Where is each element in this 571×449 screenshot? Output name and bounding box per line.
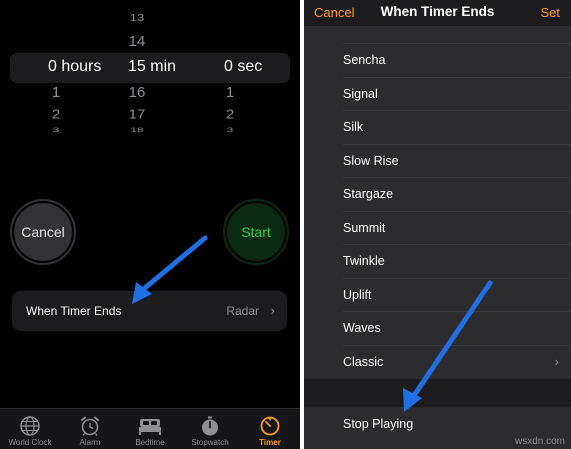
navigation-bar: Cancel When Timer Ends Set — [304, 0, 571, 26]
tab-alarm[interactable]: Alarm — [60, 409, 120, 449]
tone-label: Stargaze — [343, 187, 394, 201]
minutes-wheel-value[interactable]: 18 — [117, 126, 157, 134]
list-item-partial[interactable] — [304, 26, 571, 44]
tab-bedtime[interactable]: Bedtime — [120, 409, 180, 449]
tone-label: Signal — [343, 86, 378, 101]
seconds-wheel-value[interactable]: 1 — [210, 84, 250, 101]
bed-icon — [139, 419, 161, 435]
hours-wheel-value[interactable]: 1 — [36, 84, 76, 101]
minutes-wheel-value[interactable]: 13 — [117, 12, 157, 24]
tab-label: Bedtime — [135, 438, 165, 447]
tone-item[interactable]: Sencha — [304, 44, 571, 78]
cancel-button-label: Cancel — [21, 224, 65, 240]
alarm-clock-icon — [81, 416, 99, 436]
tone-item[interactable]: Signal — [304, 78, 571, 111]
hours-selected[interactable]: 0 hours — [48, 58, 101, 76]
tab-stopwatch[interactable]: Stopwatch — [180, 409, 240, 449]
nav-title: When Timer Ends — [380, 4, 495, 19]
minutes-wheel-value[interactable]: 17 — [117, 107, 157, 121]
tone-label: Waves — [343, 321, 381, 335]
minutes-wheel-value[interactable]: 14 — [117, 33, 157, 50]
classic-label: Classic — [343, 354, 384, 369]
tab-label: Stopwatch — [191, 438, 229, 447]
classic-tones-item[interactable]: Classic › — [304, 346, 571, 380]
tone-label: Slow Rise — [343, 153, 399, 168]
nav-set-button[interactable]: Set — [540, 5, 560, 20]
tone-label: Twinkle — [343, 254, 385, 268]
stop-playing-item[interactable]: Stop Playing wsxdn.com — [304, 407, 571, 449]
stopwatch-icon — [202, 416, 218, 436]
tone-label: Silk — [343, 120, 364, 134]
tone-label: Summit — [343, 220, 386, 235]
start-button-label: Start — [241, 224, 271, 240]
when-timer-ends-label: When Timer Ends — [26, 304, 122, 318]
tone-item[interactable]: Uplift — [304, 279, 571, 312]
globe-icon — [20, 416, 40, 436]
watermark: wsxdn.com — [514, 436, 565, 447]
tone-item[interactable]: Summit — [304, 212, 571, 245]
tone-item[interactable]: Stargaze — [304, 178, 571, 212]
hours-wheel-value[interactable]: 2 — [36, 107, 76, 121]
when-timer-ends-screen: Cancel When Timer Ends Set Sencha Signal… — [304, 0, 571, 449]
chevron-right-icon: › — [554, 353, 559, 369]
tone-label: Uplift — [343, 287, 372, 302]
section-gap — [304, 379, 571, 407]
tab-bar: World Clock Alarm Bedtime Stopwatch Time… — [0, 408, 300, 449]
tone-item[interactable]: Silk — [304, 111, 571, 145]
when-timer-ends-value: Radar — [226, 304, 259, 318]
start-button[interactable]: Start — [223, 199, 289, 265]
minutes-wheel-value[interactable]: 16 — [117, 84, 157, 101]
duration-picker[interactable]: 13 14 0 hours 15 min 0 sec 1 2 3 16 17 1… — [0, 0, 300, 150]
chevron-right-icon: › — [270, 303, 275, 318]
tab-label: World Clock — [8, 438, 52, 447]
when-timer-ends-row[interactable]: When Timer Ends Radar › — [12, 291, 287, 331]
timer-icon — [260, 416, 280, 436]
timer-screen: 13 14 0 hours 15 min 0 sec 1 2 3 16 17 1… — [0, 0, 300, 449]
tab-label: Timer — [259, 438, 281, 447]
minutes-selected[interactable]: 15 min — [128, 58, 176, 76]
hours-wheel-value[interactable]: 3 — [36, 126, 76, 134]
seconds-wheel-value[interactable]: 2 — [210, 107, 250, 121]
tone-label: Sencha — [343, 53, 386, 67]
cancel-button[interactable]: Cancel — [10, 199, 76, 265]
tab-label: Alarm — [79, 438, 101, 447]
tone-item[interactable]: Slow Rise — [304, 145, 571, 178]
tone-item[interactable]: Twinkle — [304, 245, 571, 279]
seconds-wheel-value[interactable]: 3 — [210, 126, 250, 134]
tab-timer[interactable]: Timer — [240, 409, 300, 449]
tone-list: Sencha Signal Silk Slow Rise Stargaze Su… — [304, 26, 571, 379]
tab-world-clock[interactable]: World Clock — [0, 409, 60, 449]
stop-playing-label: Stop Playing — [343, 417, 414, 431]
seconds-selected[interactable]: 0 sec — [224, 58, 262, 76]
tone-item[interactable]: Waves — [304, 312, 571, 346]
